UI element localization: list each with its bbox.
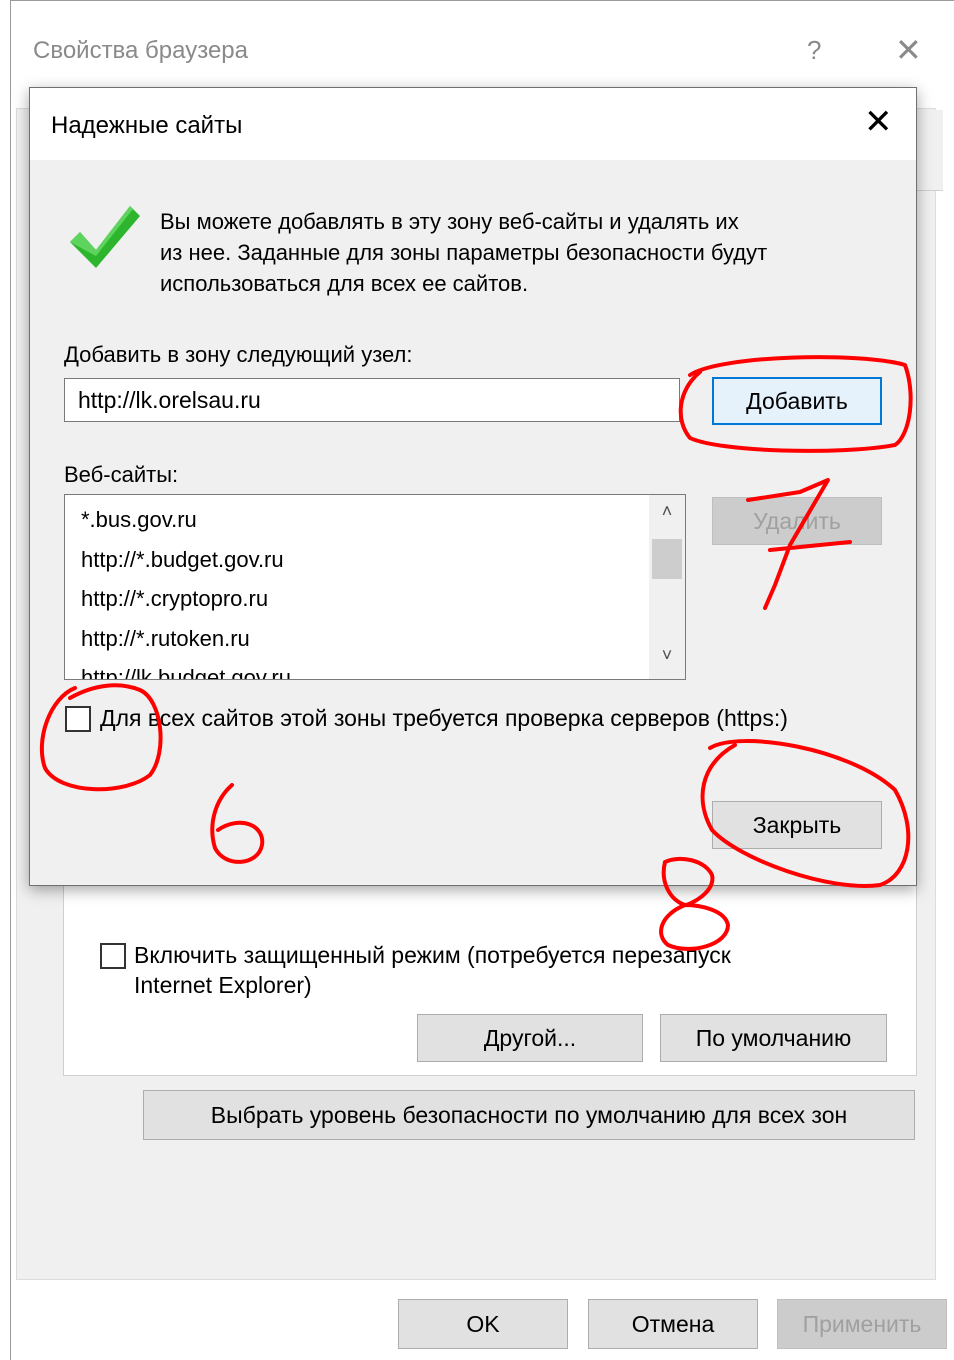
protected-mode-label-line1: Включить защищенный режим (потребуется п… <box>134 942 731 968</box>
close-button[interactable]: Закрыть <box>712 801 882 849</box>
protected-mode-label-line2: Internet Explorer) <box>134 972 312 998</box>
protected-mode-checkbox[interactable] <box>100 943 126 969</box>
info-line-2: из нее. Заданные для зоны параметры безо… <box>160 240 768 265</box>
list-item[interactable]: http://*.rutoken.ru <box>81 626 250 652</box>
list-scrollbar[interactable]: ˄ ˅ <box>649 495 685 679</box>
window-title: Свойства браузера <box>33 37 249 64</box>
add-site-label: Добавить в зону следующий узел: <box>64 342 413 367</box>
info-text: Вы можете добавлять в эту зону веб-сайты… <box>160 206 890 299</box>
https-required-checkbox[interactable] <box>65 706 91 732</box>
info-line-1: Вы можете добавлять в эту зону веб-сайты… <box>160 209 739 234</box>
reset-all-zones-button[interactable]: Выбрать уровень безопасности по умолчани… <box>143 1090 915 1140</box>
list-item[interactable]: http://*.budget.gov.ru <box>81 547 284 573</box>
list-item[interactable]: http://lk.budget.gov.ru <box>81 665 291 679</box>
help-button[interactable]: ? <box>807 35 821 66</box>
green-check-icon <box>70 206 140 268</box>
list-item[interactable]: http://*.cryptopro.ru <box>81 586 268 612</box>
dialog-title: Надежные сайты <box>51 112 243 139</box>
add-site-input[interactable]: http://lk.orelsau.ru <box>64 378 680 422</box>
chevron-up-icon[interactable]: ˄ <box>649 501 685 522</box>
info-line-3: использоваться для всех ее сайтов. <box>160 271 529 296</box>
remove-button[interactable]: Удалить <box>712 497 882 545</box>
window-close-button[interactable]: ✕ <box>895 31 922 69</box>
dialog-titlebar: Надежные сайты ✕ <box>30 88 916 160</box>
list-item[interactable]: *.bus.gov.ru <box>81 507 197 533</box>
cancel-button[interactable]: Отмена <box>588 1299 758 1349</box>
custom-level-button[interactable]: Другой... <box>417 1014 643 1062</box>
https-required-label: Для всех сайтов этой зоны требуется пров… <box>100 705 788 731</box>
chevron-down-icon[interactable]: ˅ <box>649 645 685 666</box>
dialog-close-icon[interactable]: ✕ <box>864 102 893 142</box>
add-button[interactable]: Добавить <box>712 377 882 425</box>
websites-label: Веб-сайты: <box>64 462 179 487</box>
scroll-thumb[interactable] <box>652 539 682 579</box>
ok-button[interactable]: OK <box>398 1299 568 1349</box>
default-level-button[interactable]: По умолчанию <box>660 1014 887 1062</box>
websites-list[interactable]: *.bus.gov.ru http://*.budget.gov.ru http… <box>64 494 686 680</box>
trusted-sites-dialog: Надежные сайты ✕ Вы можете добавлять в э… <box>29 87 917 886</box>
apply-button[interactable]: Применить <box>777 1299 947 1349</box>
